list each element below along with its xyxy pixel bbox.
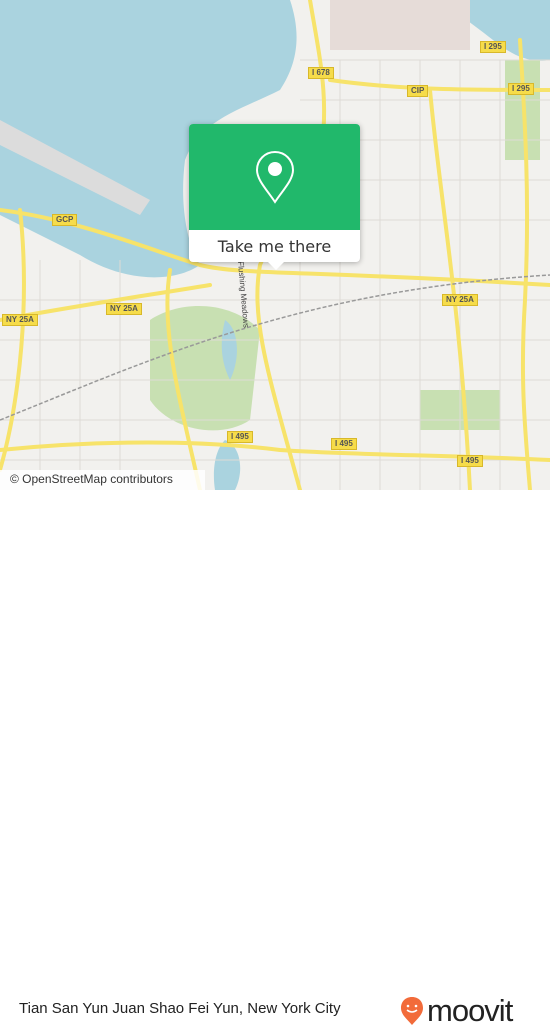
footer: Tian San Yun Juan Shao Fei Yun, New York… [0, 490, 550, 1028]
road-shield: I 495 [227, 431, 253, 443]
road-shield: GCP [52, 214, 78, 226]
road-shield: I 495 [457, 455, 483, 467]
road-shield: NY 25A [2, 314, 38, 326]
take-me-there-button[interactable]: Take me there [189, 230, 360, 262]
moovit-wordmark: moovit [427, 993, 513, 1028]
road-shield: I 295 [508, 83, 534, 95]
popup-header [189, 124, 360, 230]
road-shield: I 678 [308, 67, 334, 79]
road-shield: I 295 [480, 41, 506, 53]
road-shield: I 495 [331, 438, 357, 450]
college-point-area [330, 0, 470, 50]
road-shield: CIP [407, 85, 429, 97]
road-shield: NY 25A [106, 303, 142, 315]
attribution[interactable]: © OpenStreetMap contributors [0, 470, 205, 490]
moovit-pin-icon [401, 997, 423, 1025]
road-shield: NY 25A [442, 294, 478, 306]
take-me-there-popup[interactable]: Take me there [189, 124, 360, 262]
popup-pointer [268, 262, 284, 270]
moovit-logo[interactable]: moovit [400, 993, 513, 1029]
place-name: Tian San Yun Juan Shao Fei Yun, New York… [19, 1000, 341, 1017]
map-pin-icon [255, 150, 294, 204]
